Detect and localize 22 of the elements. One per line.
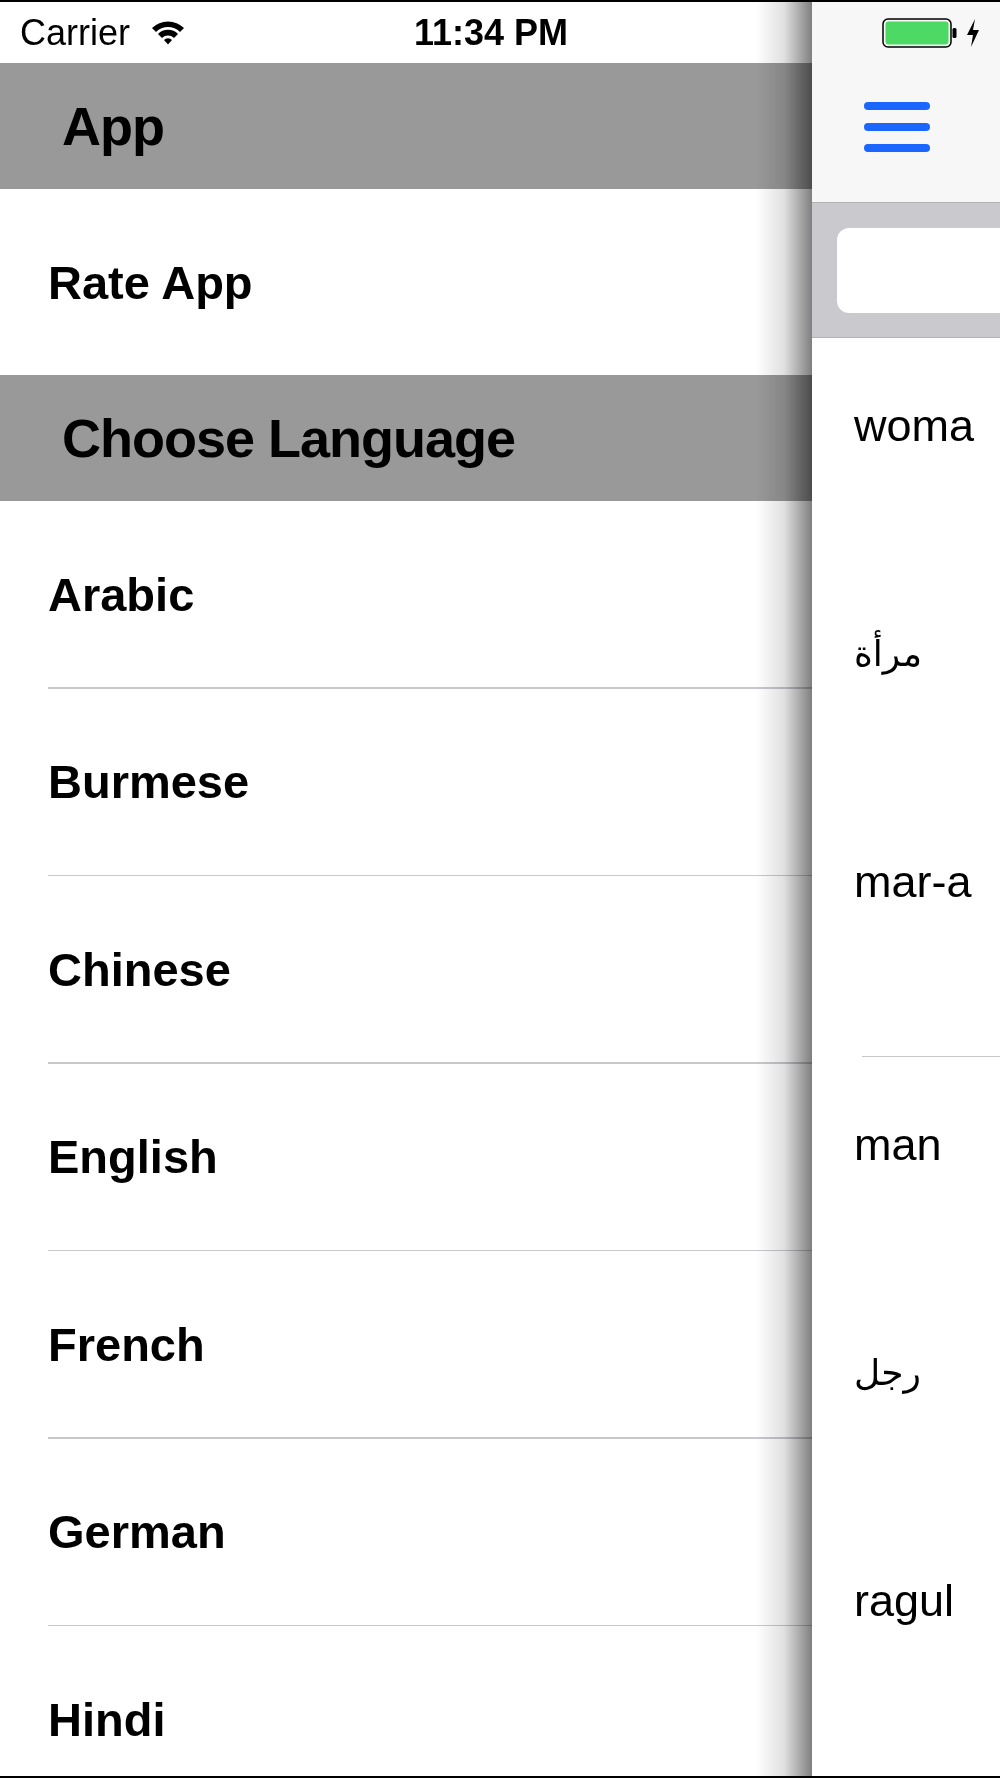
word-text: man	[854, 1120, 942, 1170]
carrier-label: Carrier	[20, 11, 130, 54]
transliteration-text: mar-a	[854, 857, 972, 907]
menu-item[interactable]: French	[48, 1251, 748, 1437]
section-title: App	[62, 95, 164, 157]
menu-item[interactable]: English	[48, 1063, 748, 1250]
arabic-word: رجل	[854, 1351, 921, 1396]
menu-item[interactable]: Hindi	[48, 1626, 748, 1776]
menu-item[interactable]: Arabic	[48, 501, 748, 687]
section-title: Choose Language	[62, 407, 516, 469]
menu-item[interactable]: Burmese	[48, 688, 748, 875]
wifi-icon	[150, 19, 186, 46]
search-field[interactable]	[837, 227, 1000, 313]
word-text: woma	[854, 401, 975, 451]
menu-item[interactable]: Rate App	[48, 189, 748, 375]
status-time: 11:34 PM	[414, 11, 570, 54]
menu-icon[interactable]	[864, 101, 930, 152]
battery-icon	[882, 17, 958, 48]
arabic-word: مرأة	[854, 629, 922, 679]
menu-item[interactable]: Chinese	[48, 876, 748, 1062]
menu-item[interactable]: German	[48, 1438, 748, 1625]
transliteration-text: ragul	[854, 1576, 955, 1626]
